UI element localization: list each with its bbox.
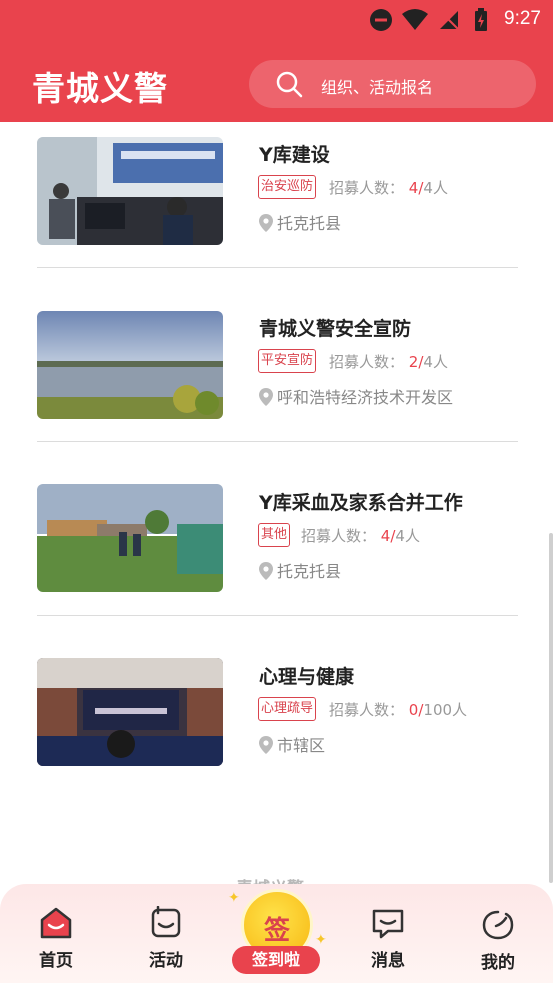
checkin-label[interactable]: 签到啦 xyxy=(232,946,320,974)
tab-home-label: 首页 xyxy=(39,951,73,971)
recruit-total: 4人 xyxy=(423,353,448,371)
recruit-count: 招募人数： 4/4人 xyxy=(329,177,448,198)
activity-category-tag: 心理疏导 xyxy=(258,697,317,721)
location-pin-icon xyxy=(259,388,273,406)
activity-card[interactable]: 青城义警安全宣防 平安宣防 招募人数： 2/4人 呼和浩特经济技术开发区 xyxy=(37,268,518,442)
activity-location: 市辖区 xyxy=(259,732,325,756)
activity-card[interactable]: Y库建设 治安巡防 招募人数： 4/4人 托克托县 xyxy=(37,94,518,268)
battery-icon xyxy=(475,8,487,31)
activity-card[interactable]: 心理与健康 心理疏导 招募人数： 0/100人 市辖区 xyxy=(37,616,518,790)
home-icon xyxy=(40,907,72,939)
activity-title: 青城义警安全宣防 xyxy=(259,318,412,340)
tab-home[interactable]: 首页 xyxy=(21,884,91,971)
do-not-disturb-icon xyxy=(370,9,392,31)
location-text: 托克托县 xyxy=(277,562,342,581)
recruit-total: 4人 xyxy=(423,179,448,197)
status-bar: 9:27 xyxy=(0,0,553,38)
recruit-count: 招募人数： 4/4人 xyxy=(301,525,420,546)
activity-title: Y库采血及家系合并工作 xyxy=(259,492,463,514)
activity-title: 心理与健康 xyxy=(259,666,355,688)
activity-title: Y库建设 xyxy=(259,144,330,166)
activity-icon xyxy=(151,906,181,938)
location-pin-icon xyxy=(259,736,273,754)
location-text: 市辖区 xyxy=(277,736,326,755)
location-text: 托克托县 xyxy=(277,214,342,233)
recruit-total: 100人 xyxy=(423,701,468,719)
activity-location: 呼和浩特经济技术开发区 xyxy=(259,384,453,408)
tab-activity[interactable]: 活动 xyxy=(131,884,201,971)
recruit-current: 4 xyxy=(380,527,391,545)
activity-location: 托克托县 xyxy=(259,210,341,234)
recruit-total: 4人 xyxy=(395,527,420,545)
recruit-label: 招募人数： xyxy=(329,701,405,719)
clock: 9:27 xyxy=(504,8,541,29)
activity-category-tag: 其他 xyxy=(258,523,291,547)
activity-card[interactable]: Y库采血及家系合并工作 其他 招募人数： 4/4人 托克托县 xyxy=(37,442,518,616)
message-icon xyxy=(372,909,404,939)
location-text: 呼和浩特经济技术开发区 xyxy=(277,388,454,407)
recruit-current: 2 xyxy=(408,353,419,371)
recruit-current: 4 xyxy=(408,179,419,197)
sparkle-icon: ✦ xyxy=(228,890,240,906)
no-signal-icon xyxy=(439,10,459,30)
sparkle-icon: ✦ xyxy=(315,932,327,948)
activity-image-auditorium xyxy=(37,658,223,766)
tab-messages-label: 消息 xyxy=(371,951,405,971)
location-pin-icon xyxy=(259,214,273,232)
activity-image-police-office xyxy=(37,137,223,245)
activity-image-lake xyxy=(37,311,223,419)
recruit-current: 0 xyxy=(408,701,419,719)
recruit-label: 招募人数： xyxy=(301,527,377,545)
tab-mine[interactable]: 我的 xyxy=(463,886,533,973)
tab-activity-label: 活动 xyxy=(149,951,183,971)
activity-location: 托克托县 xyxy=(259,558,341,582)
profile-icon xyxy=(482,910,514,940)
wifi-icon xyxy=(402,9,428,30)
activity-image-field xyxy=(37,484,223,592)
recruit-label: 招募人数： xyxy=(329,353,405,371)
activity-category-tag: 平安宣防 xyxy=(258,349,317,373)
tab-mine-label: 我的 xyxy=(481,953,515,973)
recruit-count: 招募人数： 0/100人 xyxy=(329,699,467,720)
location-pin-icon xyxy=(259,562,273,580)
recruit-count: 招募人数： 2/4人 xyxy=(329,351,448,372)
activity-category-tag: 治安巡防 xyxy=(258,175,317,199)
recruit-label: 招募人数： xyxy=(329,179,405,197)
scrollbar[interactable] xyxy=(549,533,553,883)
checkin-glyph: 签 xyxy=(263,916,290,946)
tab-messages[interactable]: 消息 xyxy=(353,884,423,971)
